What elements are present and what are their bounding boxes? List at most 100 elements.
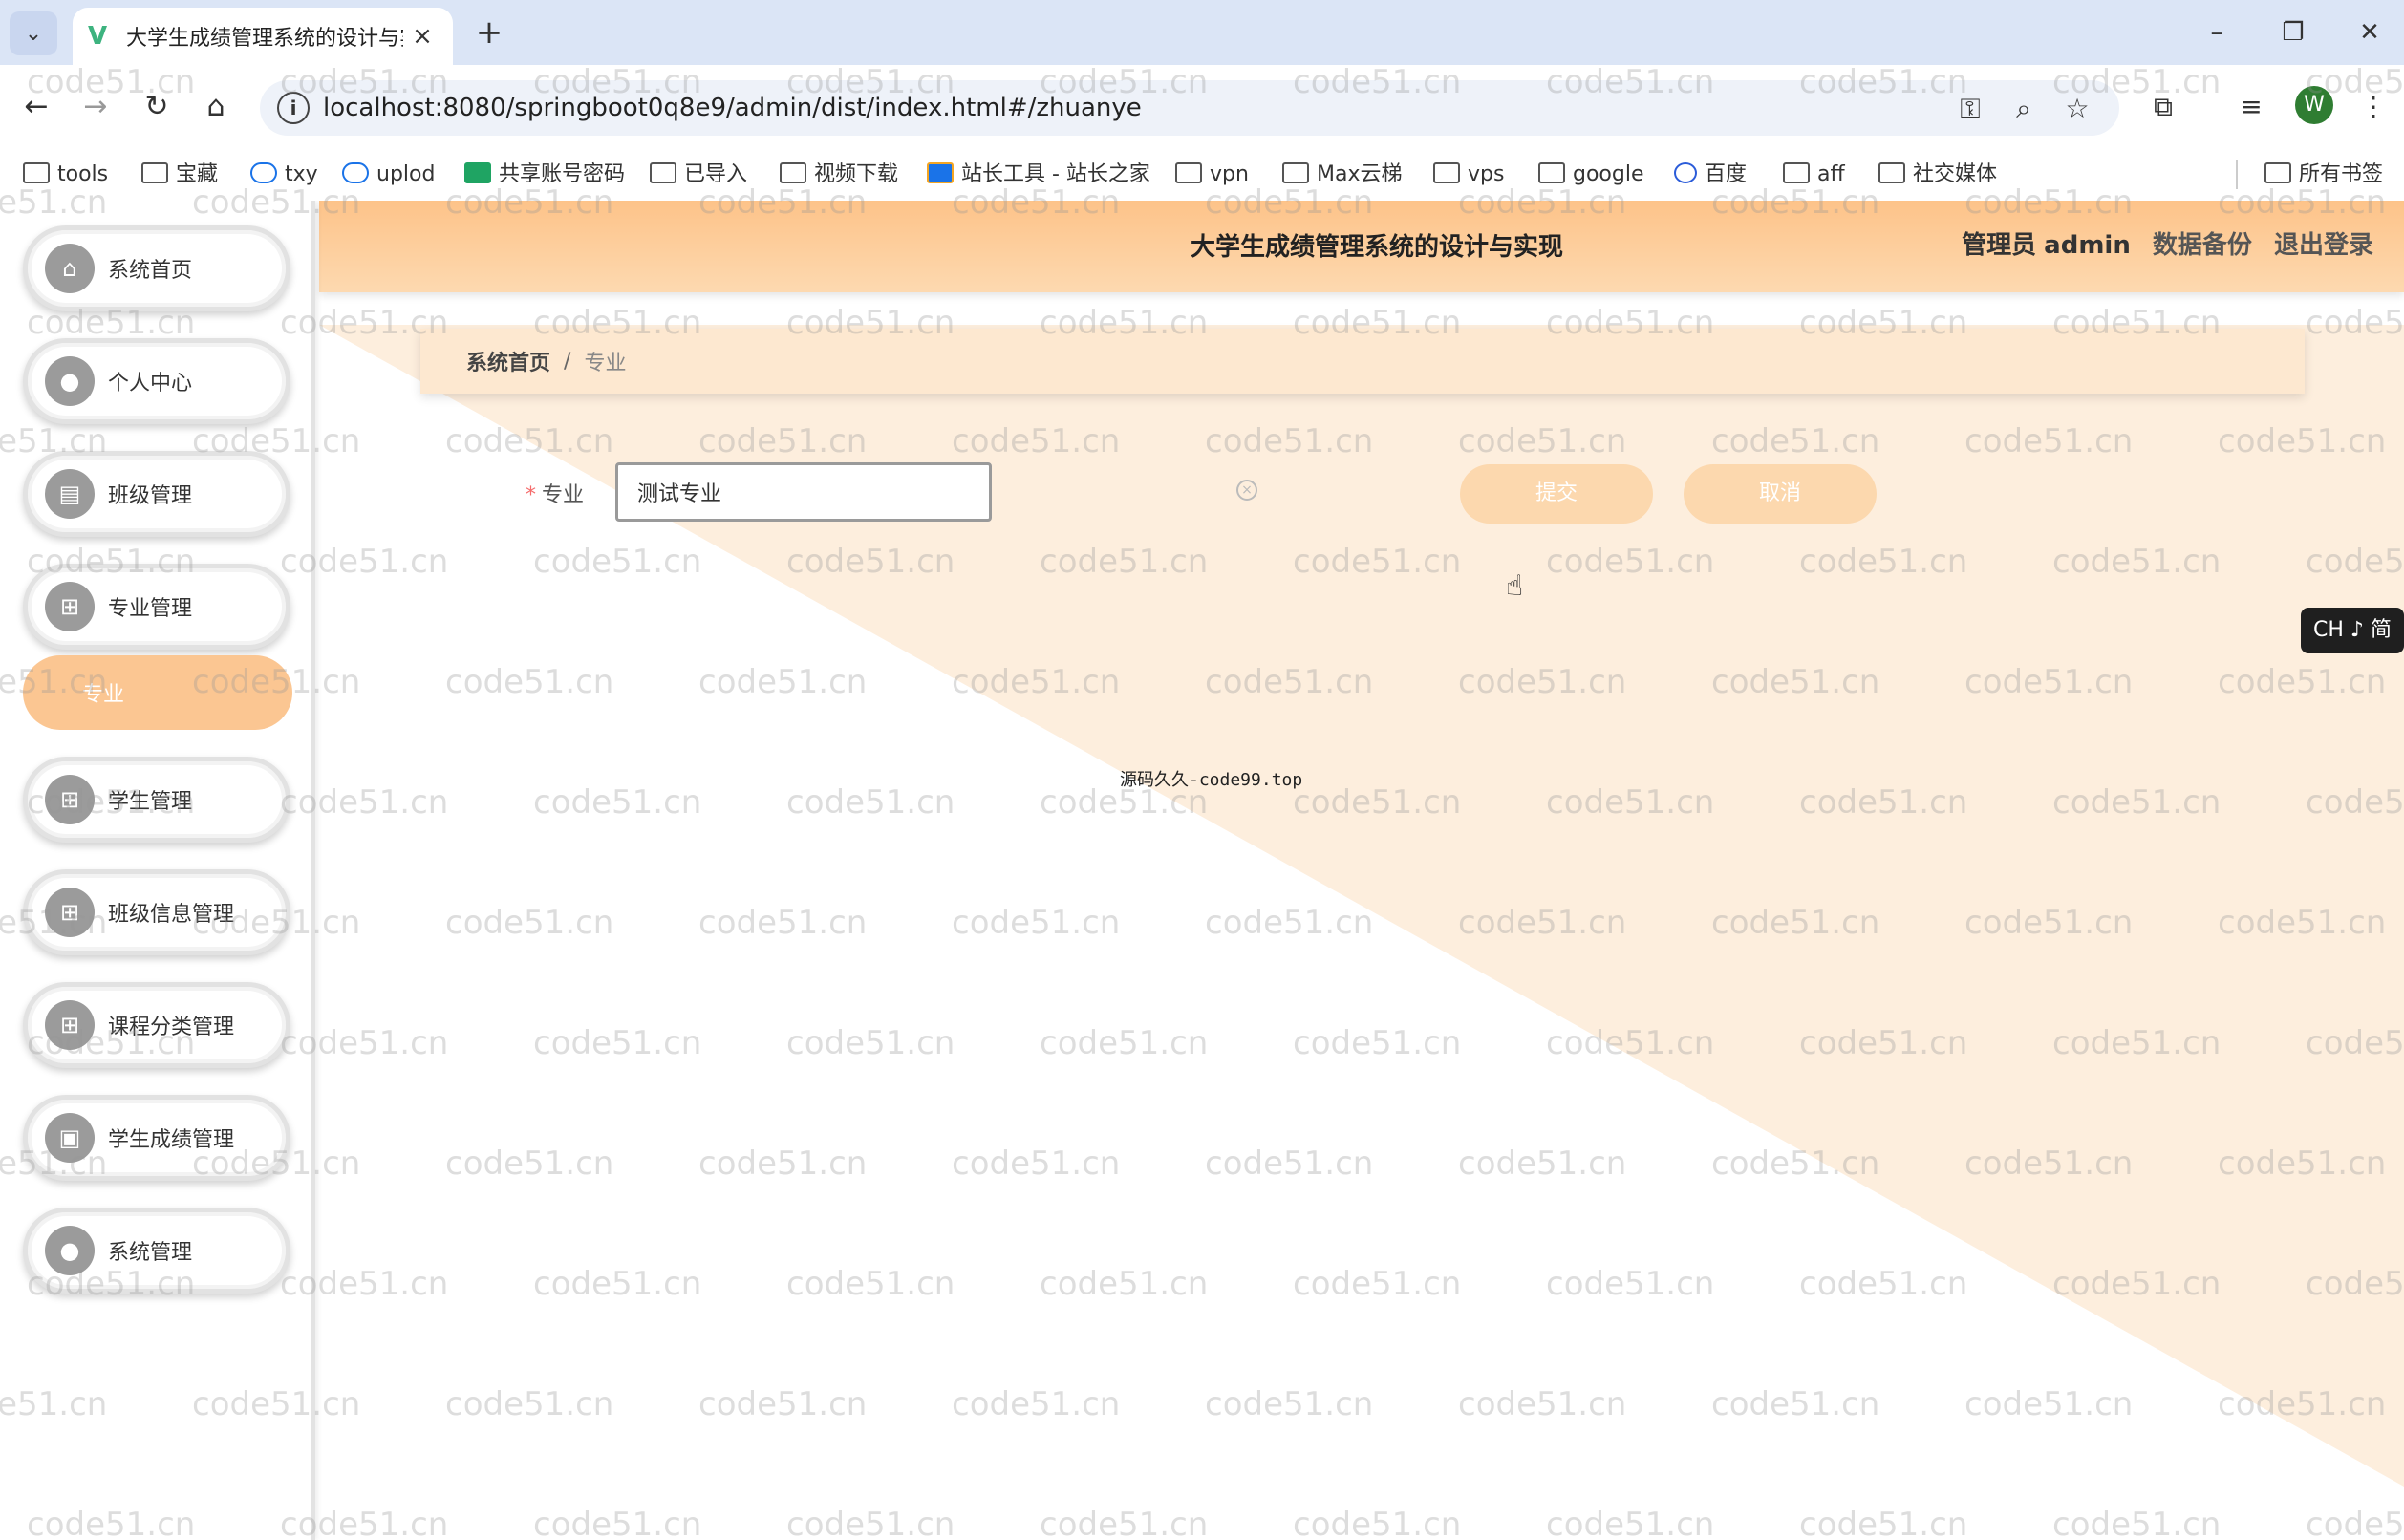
forward-icon[interactable]: → bbox=[73, 84, 118, 130]
clipboard-icon: ▤ bbox=[45, 469, 95, 519]
zoom-icon[interactable]: ⌕ bbox=[2007, 92, 2041, 126]
bookmark-vpn[interactable]: vpn bbox=[1175, 159, 1249, 191]
browser-toolbar: ← → ↻ ⌂ i localhost:8080/springboot0q8e9… bbox=[0, 65, 2404, 149]
folder-icon bbox=[1175, 162, 1202, 183]
window-close-icon[interactable]: ✕ bbox=[2341, 13, 2398, 52]
sidebar-item-class[interactable]: ▤ 班级管理 bbox=[23, 451, 290, 537]
required-mark: * bbox=[526, 483, 536, 507]
source-watermark: 源码久久-code99.top bbox=[1120, 770, 1303, 790]
user-name: admin bbox=[2044, 231, 2131, 260]
sidebar: ⌂ 系统首页 ● 个人中心 ▤ 班级管理 ⊞ 专业管理 专业 ⊞ 学生管理 ⊞ … bbox=[0, 201, 315, 1540]
ime-indicator[interactable]: CH ♪ 简 bbox=[2301, 608, 2404, 653]
key-icon[interactable]: ⚿ bbox=[1953, 92, 1987, 126]
bookmark-baozang[interactable]: 宝藏 bbox=[141, 159, 218, 191]
sidebar-item-home[interactable]: ⌂ 系统首页 bbox=[23, 225, 290, 311]
bookmark-aff[interactable]: aff bbox=[1783, 159, 1845, 191]
bookmark-chinaz[interactable]: 站长工具 - 站长之家 bbox=[927, 159, 1150, 191]
bookmark-txy[interactable]: txy bbox=[250, 159, 318, 191]
breadcrumb-home[interactable]: 系统首页 bbox=[466, 346, 550, 376]
user-icon: ● bbox=[45, 1226, 95, 1275]
vue-logo-icon: V bbox=[88, 22, 108, 51]
bookmark-video-download[interactable]: 视频下载 bbox=[780, 159, 898, 191]
browser-tab[interactable]: V 大学生成绩管理系统的设计与实 × bbox=[73, 8, 453, 65]
bookmark-shared-accounts[interactable]: 共享账号密码 bbox=[464, 159, 625, 191]
paw-icon bbox=[1674, 162, 1697, 183]
folder-icon bbox=[141, 162, 168, 183]
bookmark-divider bbox=[2236, 160, 2238, 189]
bookmark-vps[interactable]: vps bbox=[1433, 159, 1504, 191]
new-tab-button[interactable]: + bbox=[470, 13, 508, 52]
media-icon[interactable]: ≡ bbox=[2228, 84, 2274, 130]
folder-icon bbox=[780, 162, 806, 183]
background-triangle bbox=[319, 325, 2404, 1487]
extensions-icon[interactable]: ⧉ bbox=[2140, 84, 2186, 130]
bookmark-max[interactable]: Max云梯 bbox=[1282, 159, 1402, 191]
chevron-down-icon: ⌄ bbox=[24, 21, 43, 46]
bookmark-baidu[interactable]: 百度 bbox=[1674, 159, 1747, 191]
star-icon[interactable]: ☆ bbox=[2060, 92, 2094, 126]
sidebar-item-profile[interactable]: ● 个人中心 bbox=[23, 338, 290, 424]
close-tab-icon[interactable]: × bbox=[407, 22, 438, 51]
tab-strip: ⌄ V 大学生成绩管理系统的设计与实 × + – ❐ ✕ bbox=[0, 0, 2404, 65]
bookmark-all[interactable]: 所有书签 bbox=[2264, 159, 2383, 191]
address-bar[interactable]: i localhost:8080/springboot0q8e9/admin/d… bbox=[260, 80, 2119, 136]
cloud-icon bbox=[250, 162, 277, 183]
menu-icon[interactable]: ⋮ bbox=[2350, 84, 2396, 130]
breadcrumb-current: 专业 bbox=[584, 352, 627, 375]
grid-icon: ⊞ bbox=[45, 888, 95, 937]
bookmark-google[interactable]: google bbox=[1538, 159, 1644, 191]
back-icon[interactable]: ← bbox=[13, 84, 59, 130]
header-actions: 管理员 admin 数据备份 退出登录 bbox=[1948, 225, 2373, 261]
restore-icon[interactable]: ❐ bbox=[2264, 13, 2322, 52]
grid-icon: ⊞ bbox=[45, 582, 95, 631]
sidebar-subitem-major[interactable]: 专业 bbox=[23, 655, 292, 730]
bookmark-social[interactable]: 社交媒体 bbox=[1878, 159, 1997, 191]
bookmark-uplod[interactable]: uplod bbox=[342, 159, 435, 191]
grid-icon: ⊞ bbox=[45, 775, 95, 824]
sidebar-item-scores[interactable]: ▣ 学生成绩管理 bbox=[23, 1095, 290, 1181]
page-title: 大学生成绩管理系统的设计与实现 bbox=[1191, 233, 1564, 262]
folder-icon bbox=[1783, 162, 1810, 183]
pointer-cursor-icon: ☝ bbox=[1506, 569, 1524, 603]
cancel-button[interactable]: 取消 bbox=[1684, 464, 1877, 524]
bookmark-imported[interactable]: 已导入 bbox=[650, 159, 747, 191]
tab-search-button[interactable]: ⌄ bbox=[10, 11, 57, 55]
sidebar-item-student[interactable]: ⊞ 学生管理 bbox=[23, 757, 290, 843]
folder-icon bbox=[650, 162, 676, 183]
folder-icon bbox=[1878, 162, 1905, 183]
clear-icon[interactable]: × bbox=[1236, 480, 1257, 501]
user-icon: ● bbox=[45, 356, 95, 406]
profile-avatar[interactable]: W bbox=[2295, 86, 2333, 124]
briefcase-icon: ▣ bbox=[45, 1113, 95, 1163]
site-info-icon[interactable]: i bbox=[277, 92, 310, 124]
home-icon: ⌂ bbox=[45, 244, 95, 293]
home-icon[interactable]: ⌂ bbox=[193, 84, 239, 130]
breadcrumb-separator: / bbox=[564, 349, 571, 374]
bookmark-tools[interactable]: tools bbox=[23, 159, 108, 191]
app-area: 大学生成绩管理系统的设计与实现 管理员 admin 数据备份 退出登录 ⌂ 系统首… bbox=[0, 201, 2404, 1540]
reload-icon[interactable]: ↻ bbox=[134, 84, 180, 130]
sidebar-item-system[interactable]: ● 系统管理 bbox=[23, 1208, 290, 1294]
minimize-icon[interactable]: – bbox=[2188, 13, 2245, 52]
sidebar-item-class-info[interactable]: ⊞ 班级信息管理 bbox=[23, 869, 290, 955]
logout-link[interactable]: 退出登录 bbox=[2274, 231, 2373, 260]
sheet-icon bbox=[464, 162, 491, 183]
breadcrumb: 系统首页 / 专业 bbox=[420, 329, 2305, 394]
cloud-icon bbox=[342, 162, 369, 183]
folder-icon bbox=[2264, 162, 2291, 183]
sidebar-item-course-category[interactable]: ⊞ 课程分类管理 bbox=[23, 982, 290, 1068]
tool-icon bbox=[927, 162, 954, 183]
major-input[interactable] bbox=[615, 462, 992, 522]
sidebar-item-major[interactable]: ⊞ 专业管理 bbox=[23, 564, 290, 650]
url-text[interactable]: localhost:8080/springboot0q8e9/admin/dis… bbox=[323, 94, 1142, 122]
submit-button[interactable]: 提交 bbox=[1460, 464, 1653, 524]
folder-icon bbox=[23, 162, 50, 183]
major-field-label: * 专业 bbox=[526, 483, 585, 507]
grid-icon: ⊞ bbox=[45, 1000, 95, 1050]
backup-link[interactable]: 数据备份 bbox=[2153, 231, 2252, 260]
app-header: 大学生成绩管理系统的设计与实现 管理员 admin 数据备份 退出登录 bbox=[319, 201, 2404, 292]
tab-title: 大学生成绩管理系统的设计与实 bbox=[126, 27, 403, 51]
user-role: 管理员 bbox=[1962, 231, 2037, 260]
folder-icon bbox=[1433, 162, 1460, 183]
bookmarks-bar: tools 宝藏 txy uplod 共享账号密码 已导入 视频下载 站长工具 … bbox=[0, 149, 2404, 201]
